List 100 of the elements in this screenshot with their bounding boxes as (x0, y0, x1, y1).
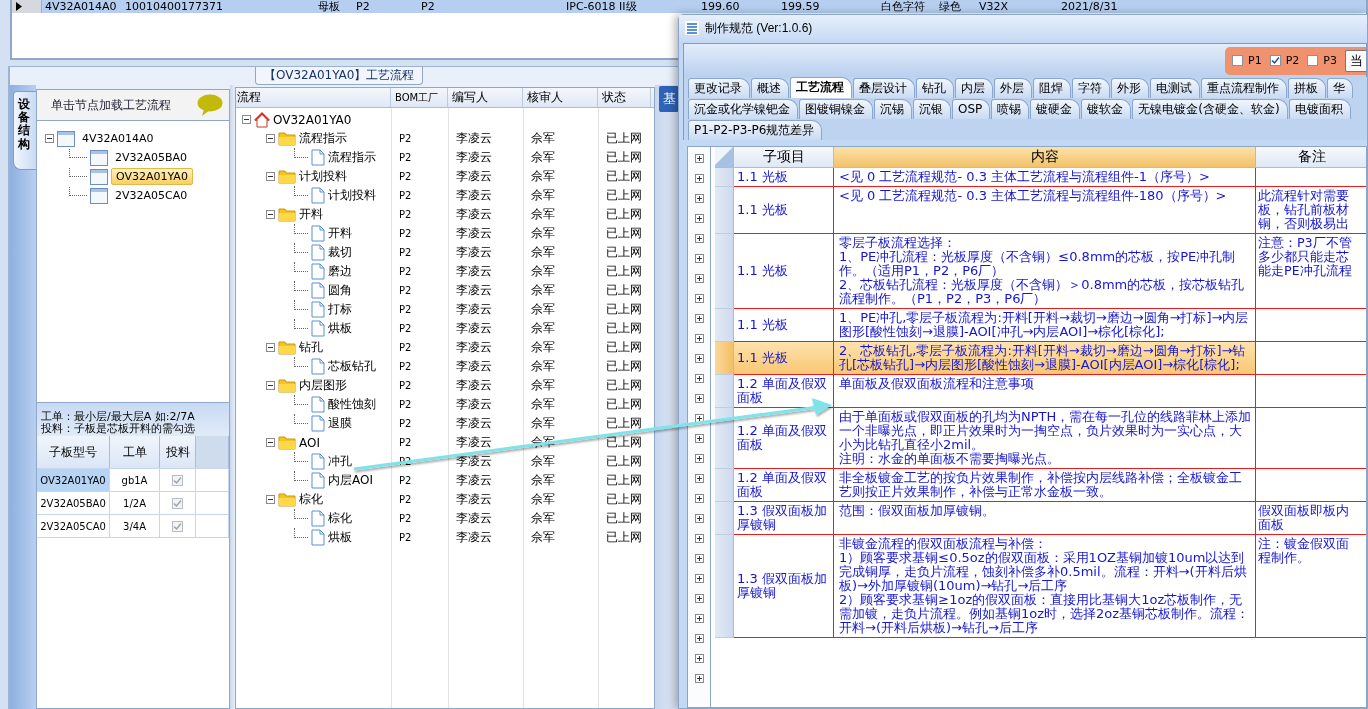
tree-item[interactable]: 2V32A05CA0 (111, 188, 192, 203)
tree-item[interactable]: 裁切 (328, 244, 352, 261)
tree-item[interactable]: 钻孔 (299, 339, 323, 356)
checkbox[interactable] (1307, 55, 1319, 66)
tree-item[interactable]: 棕化 (328, 510, 352, 527)
column-header[interactable]: 子板型号 (37, 436, 110, 468)
expand-toggle[interactable] (694, 674, 704, 683)
select-all-cell[interactable] (715, 147, 734, 168)
column-header[interactable]: 编写人 (448, 88, 523, 107)
button[interactable]: 当 (1345, 49, 1366, 72)
tree-item[interactable]: 芯板钻孔 (328, 358, 376, 375)
tree-item[interactable]: 内层图形 (299, 377, 347, 394)
tab[interactable]: 沉金或化学镍钯金 (688, 99, 798, 119)
tab[interactable]: 拼板 (1288, 78, 1326, 98)
tree-item[interactable]: 流程指示 (328, 149, 376, 166)
expand-toggle[interactable] (694, 394, 704, 403)
checkbox[interactable] (172, 474, 183, 486)
tab[interactable]: 叠层设计 (853, 78, 915, 98)
expand-toggle[interactable] (694, 434, 704, 443)
tree-item[interactable]: 烘板 (328, 529, 352, 546)
tree-item[interactable]: 开料 (299, 206, 323, 223)
tab[interactable]: 镀软金 (1081, 99, 1132, 119)
column-header[interactable]: 状态 (598, 88, 651, 107)
expand-toggle[interactable] (694, 274, 704, 283)
expand-toggle[interactable] (694, 354, 704, 363)
column-header[interactable]: 工单 (110, 436, 160, 468)
splitter-handle[interactable] (230, 85, 235, 709)
checkbox[interactable] (172, 520, 183, 532)
column-header[interactable]: 内容 (834, 147, 1256, 168)
collapse-toggle[interactable] (266, 381, 275, 390)
expand-toggle[interactable] (694, 614, 704, 623)
expand-toggle[interactable] (694, 534, 704, 543)
tab[interactable]: 外形 (1111, 78, 1149, 98)
expand-toggle[interactable] (694, 634, 704, 643)
collapse-toggle[interactable] (266, 495, 275, 504)
column-header[interactable]: 备注 (1256, 147, 1366, 168)
tree-item[interactable]: AOI (299, 435, 320, 450)
collapse-toggle[interactable] (266, 343, 275, 352)
expand-toggle[interactable] (694, 654, 704, 663)
expand-toggle[interactable] (694, 254, 704, 263)
tab[interactable]: 重点流程制作 (1201, 78, 1287, 98)
tab[interactable]: 概述 (751, 78, 789, 98)
vertical-tab[interactable]: 设备结构 (13, 91, 36, 170)
collapse-toggle[interactable] (266, 134, 275, 143)
tab[interactable]: 镀硬金 (1030, 99, 1081, 119)
tab[interactable]: 电测试 (1150, 78, 1200, 98)
tab[interactable]: 更改记录 (688, 78, 750, 98)
expand-toggle[interactable] (694, 374, 704, 383)
tab[interactable]: 喷锡 (991, 99, 1030, 119)
tab[interactable]: 沉银 (913, 99, 951, 119)
column-header[interactable]: 核审人 (523, 88, 598, 107)
collapse-toggle[interactable] (45, 134, 54, 143)
column-header[interactable]: BOM工厂 (391, 88, 448, 107)
expand-toggle[interactable] (694, 294, 704, 303)
expand-toggle[interactable] (694, 594, 704, 603)
tree-item[interactable]: 开料 (328, 225, 352, 242)
tab[interactable]: P1-P2-P3-P6规范差异 (688, 120, 823, 140)
expand-toggle[interactable] (694, 414, 704, 423)
expand-toggle[interactable] (694, 314, 704, 323)
tab[interactable]: 工艺流程 (790, 77, 852, 98)
tab[interactable]: 内层 (955, 78, 993, 98)
tree-item[interactable]: 4V32A014A0 (78, 131, 158, 146)
tab[interactable]: 字符 (1072, 78, 1110, 98)
tree-item[interactable]: 烘板 (328, 320, 352, 337)
expand-toggle[interactable] (694, 554, 704, 563)
expand-toggle[interactable] (694, 494, 704, 503)
tab[interactable]: 华 (1327, 78, 1353, 98)
tab[interactable]: 外层 (994, 78, 1032, 98)
expand-toggle[interactable] (694, 454, 704, 463)
side-tab[interactable]: 基 (659, 86, 679, 112)
tree-item[interactable]: 计划投料 (299, 168, 347, 185)
tab[interactable]: 图镀铜镍金 (799, 99, 873, 119)
tree-item[interactable]: 退膜 (328, 415, 352, 432)
tab[interactable]: 沉锡 (874, 99, 912, 119)
expand-toggle[interactable] (694, 234, 704, 243)
collapse-toggle[interactable] (266, 172, 275, 181)
tree-item[interactable]: 计划投料 (328, 187, 376, 204)
checkbox[interactable] (1232, 55, 1244, 66)
tree-item[interactable]: 棕化 (299, 491, 323, 508)
tree-item[interactable]: OV32A01YA0 (273, 112, 352, 127)
expand-toggle[interactable] (694, 514, 704, 523)
expand-toggle[interactable] (694, 574, 704, 583)
tree-item[interactable]: 圆角 (328, 282, 352, 299)
expand-toggle[interactable] (694, 214, 704, 223)
tab[interactable]: 无镍电镀金(含硬金、软金) (1132, 99, 1288, 119)
collapse-toggle[interactable] (266, 438, 275, 447)
tree-item[interactable]: OV32A01YA0 (111, 168, 193, 185)
tree-item[interactable]: 流程指示 (299, 130, 347, 147)
tree-item[interactable]: 内层AOI (328, 472, 373, 489)
tab[interactable]: 电镀面积 (1288, 99, 1351, 119)
expand-toggle[interactable] (694, 474, 704, 483)
tree-item[interactable]: 酸性蚀刻 (328, 396, 376, 413)
column-header[interactable]: 子项目 (734, 147, 834, 168)
expand-toggle[interactable] (694, 174, 704, 183)
column-header[interactable]: 流程 (236, 88, 391, 107)
collapse-toggle[interactable] (242, 115, 251, 124)
tree-item[interactable]: 打标 (328, 301, 352, 318)
expand-toggle[interactable] (694, 334, 704, 343)
tree-item[interactable]: 磨边 (328, 263, 352, 280)
tab[interactable]: 钻孔 (916, 78, 954, 98)
